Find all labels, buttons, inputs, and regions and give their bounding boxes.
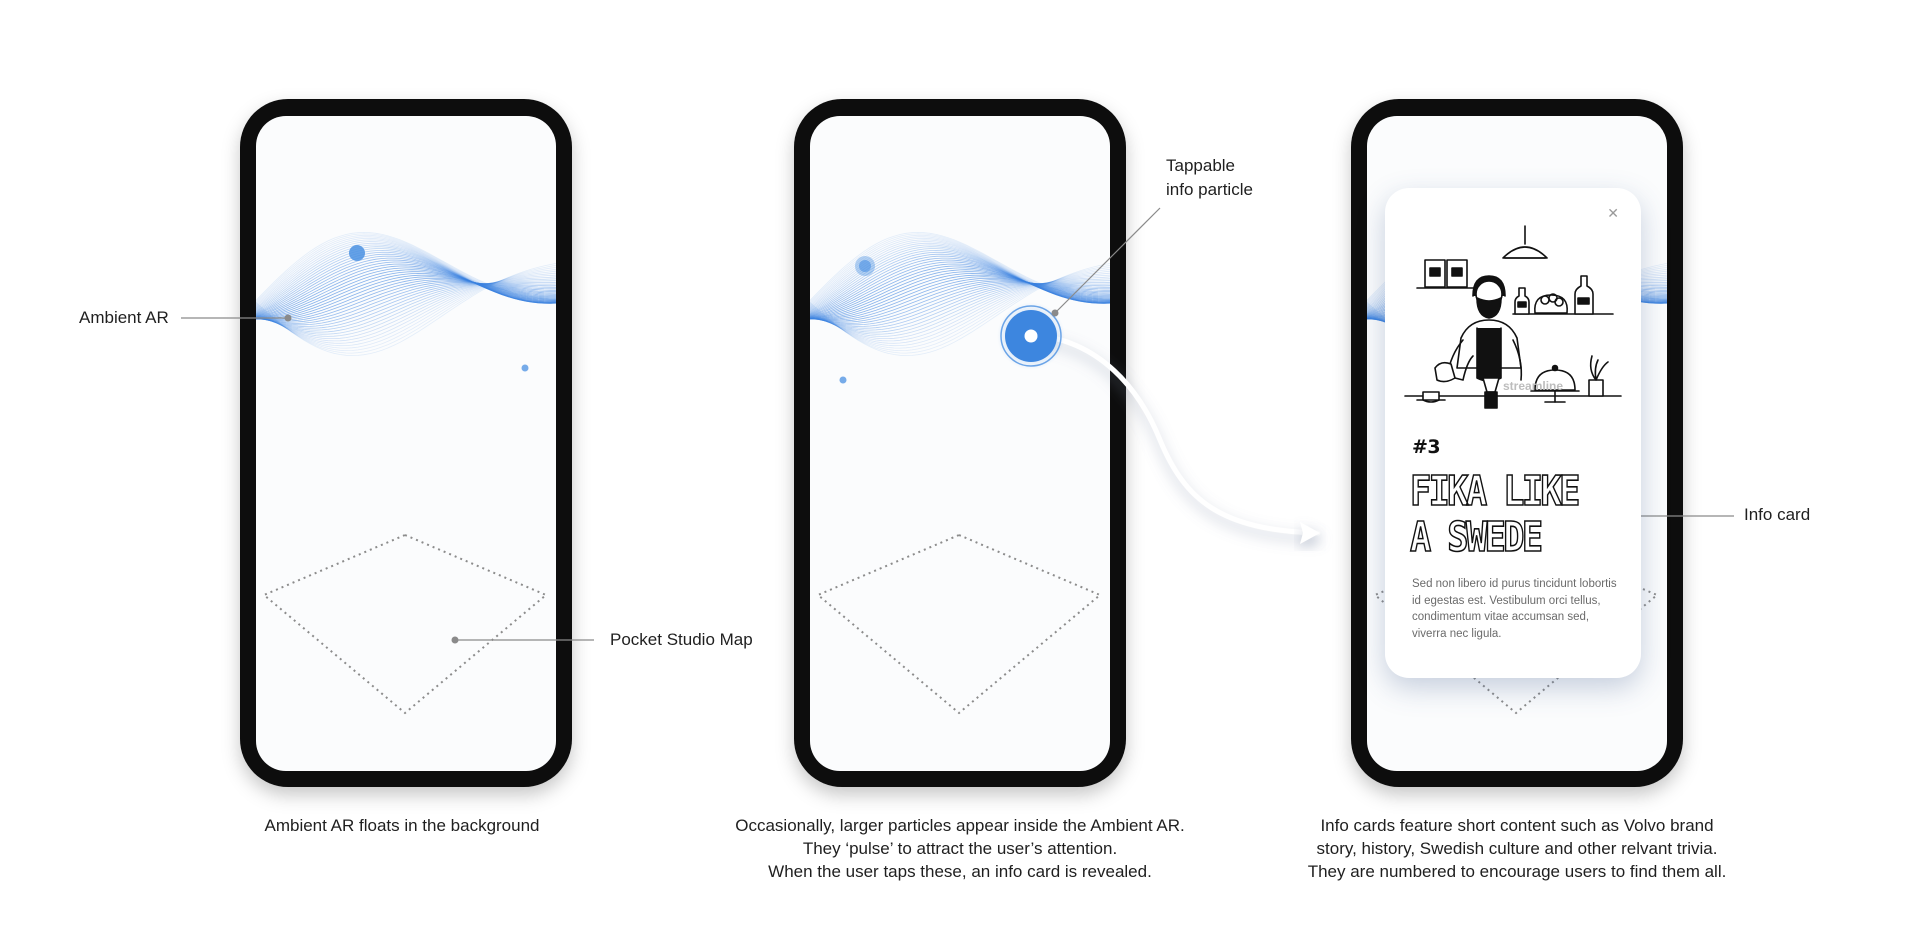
particle-center (1024, 329, 1038, 343)
phone-screen (810, 116, 1110, 771)
leader-dot (284, 314, 292, 322)
ambient-particle (349, 245, 365, 261)
callout-line: info particle (1166, 180, 1253, 199)
caption-line: Ambient AR floats in the background (264, 816, 540, 835)
arrow-head (1300, 522, 1320, 544)
callout-pocket-studio-map: Pocket Studio Map (610, 630, 753, 649)
caption-panel-3: Info cards feature short content such as… (1277, 814, 1757, 883)
illustration-watermark: streamline (1503, 379, 1564, 393)
callout-tappable-particle: Tappable info particle (1166, 154, 1253, 202)
ambient-particle (859, 260, 871, 272)
phone-screen (256, 116, 556, 771)
card-number: #3 (1412, 436, 1441, 458)
phone-ambient-ar (240, 99, 572, 787)
caption-line: Occasionally, larger particles appear in… (735, 816, 1185, 835)
ambient-particle (839, 376, 847, 384)
phone-tappable-particle (794, 99, 1126, 787)
callout-ambient-ar: Ambient AR (79, 308, 169, 327)
callout-info-card: Info card (1744, 505, 1811, 524)
callout-line: Tappable (1166, 156, 1236, 175)
caption-line: When the user taps these, an info card i… (768, 862, 1152, 881)
caption-line: Info cards feature short content such as… (1320, 816, 1714, 835)
card-title-line: FIKA LIKE (1409, 467, 1581, 515)
caption-line: They are numbered to encourage users to … (1307, 862, 1727, 881)
leader-dot (451, 636, 459, 644)
caption-line: They ‘pulse’ to attract the user’s atten… (802, 839, 1118, 858)
card-body: Sed non libero id purus tincidunt lobort… (1412, 578, 1617, 640)
ambient-particle (521, 364, 529, 372)
leader-dot (1051, 309, 1059, 317)
card-title-line: A SWEDE (1409, 513, 1544, 561)
caption-panel-2: Occasionally, larger particles appear in… (710, 814, 1210, 883)
caption-line: story, history, Swedish culture and othe… (1316, 839, 1718, 858)
info-card[interactable]: ✕ streamline #3 FIKA LIKE A SWEDE Sed no… (1385, 188, 1641, 678)
caption-panel-1: Ambient AR floats in the background (252, 814, 552, 837)
card-title: FIKA LIKE A SWEDE (1409, 467, 1599, 561)
